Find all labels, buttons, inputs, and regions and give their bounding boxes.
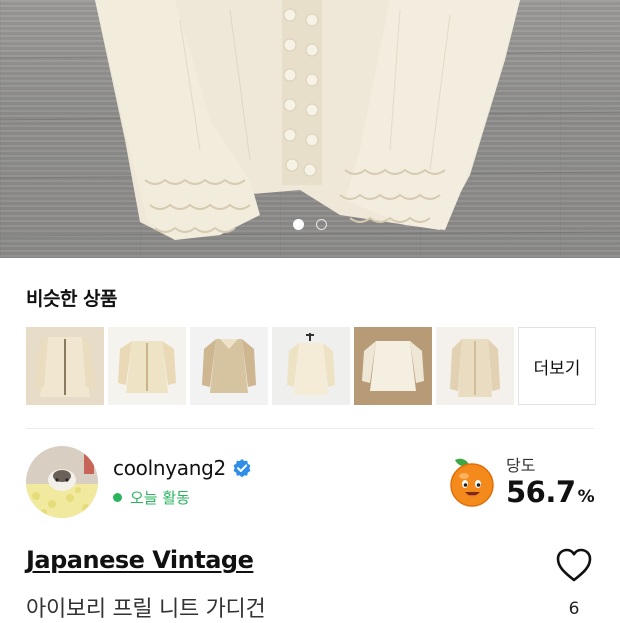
similar-product-thumbnail[interactable] xyxy=(26,327,104,405)
sweetness-value: 56.7 xyxy=(506,475,576,509)
orange-mascot-icon[interactable] xyxy=(447,456,497,508)
activity-label: 오늘 활동 xyxy=(130,489,190,507)
section-divider xyxy=(26,428,594,429)
sweetness-value-row: 56.7% xyxy=(506,475,595,509)
similar-product-thumbnail[interactable] xyxy=(190,327,268,405)
cat-avatar-icon xyxy=(26,446,98,518)
lace-jacket-thumbnail-icon xyxy=(354,327,432,405)
carousel-dot[interactable] xyxy=(316,219,327,230)
carousel-indicator xyxy=(0,219,620,230)
brand-link[interactable]: Japanese Vintage xyxy=(26,546,254,574)
similar-products-title: 비슷한 상품 xyxy=(26,288,118,310)
cardigan-thumbnail-icon xyxy=(108,327,186,405)
carousel-dot-active[interactable] xyxy=(293,219,304,230)
heart-outline-icon[interactable] xyxy=(555,547,593,583)
similar-products-list: 더보기 xyxy=(26,327,596,405)
similar-product-thumbnail[interactable] xyxy=(436,327,514,405)
similar-product-thumbnail[interactable] xyxy=(272,327,350,405)
similar-product-thumbnail[interactable] xyxy=(108,327,186,405)
blouse-thumbnail-icon xyxy=(190,327,268,405)
sweetness-unit: % xyxy=(577,487,595,507)
see-more-button[interactable]: 더보기 xyxy=(518,327,596,405)
blouse-thumbnail-icon xyxy=(436,327,514,405)
blouse-thumbnail-icon xyxy=(272,327,350,405)
online-dot-icon xyxy=(113,493,122,502)
seller-activity-status: 오늘 활동 xyxy=(113,487,190,508)
seller-username[interactable]: coolnyang2 xyxy=(113,456,226,480)
sweetness-label: 당도 xyxy=(506,456,536,475)
product-image-carousel[interactable] xyxy=(0,0,620,258)
seller-avatar[interactable] xyxy=(26,446,98,518)
like-count: 6 xyxy=(568,599,580,619)
product-title: 아이보리 프릴 니트 가디건 xyxy=(26,597,266,622)
similar-product-thumbnail[interactable] xyxy=(354,327,432,405)
verified-check-icon xyxy=(233,459,251,478)
cardigan-thumbnail-icon xyxy=(26,327,104,405)
seller-name-row[interactable]: coolnyang2 xyxy=(113,456,252,480)
